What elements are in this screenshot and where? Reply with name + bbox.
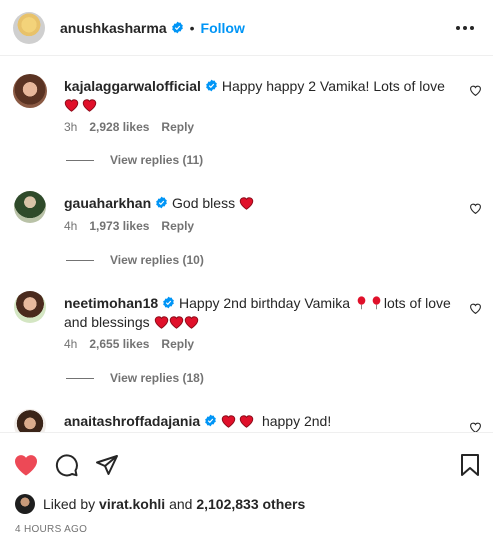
view-replies-label: View replies (18): [110, 371, 204, 385]
heart-filled-icon[interactable]: [13, 453, 39, 477]
red-heart-emoji-icon: [239, 197, 254, 210]
share-icon[interactable]: [94, 453, 120, 477]
comment-time: 3h: [64, 120, 78, 134]
red-heart-emoji-icon: [82, 99, 97, 112]
commenter-avatar[interactable]: [14, 409, 46, 432]
separator-dot: •: [189, 19, 195, 36]
comment-content: neetimohan18 Happy 2nd birthday Vamika l…: [64, 294, 459, 332]
comment-like-icon[interactable]: [469, 302, 482, 315]
comment-icon[interactable]: [54, 453, 80, 477]
comment-meta: 3h 2,928 likes Reply: [64, 120, 194, 134]
comment-like-icon[interactable]: [469, 202, 482, 215]
liked-by-count[interactable]: 2,102,833 others: [196, 496, 305, 512]
view-replies-button[interactable]: View replies (10): [66, 253, 204, 267]
post-header: anushkasharma • Follow: [0, 0, 493, 56]
comment-content: kajalaggarwalofficial Happy happy 2 Vami…: [64, 77, 459, 115]
comment-text: Happy happy 2 Vamika! Lots of love: [221, 78, 445, 94]
comment-text: Happy 2nd birthday Vamika: [179, 295, 350, 311]
comments-list[interactable]: kajalaggarwalofficial Happy happy 2 Vami…: [0, 57, 493, 432]
commenter-username[interactable]: gauaharkhan: [64, 195, 151, 211]
view-replies-button[interactable]: View replies (18): [66, 371, 204, 385]
comment-meta: 4h 2,655 likes Reply: [64, 337, 194, 351]
commenter-avatar[interactable]: [14, 291, 46, 323]
comment-text: God bless: [172, 195, 236, 211]
red-heart-emoji-icon: [169, 316, 183, 329]
view-replies-label: View replies (11): [110, 153, 204, 167]
red-heart-emoji-icon: [239, 415, 254, 428]
liked-by-prefix: Liked by: [43, 496, 96, 512]
comment-likes[interactable]: 2,928 likes: [89, 120, 149, 134]
author-avatar[interactable]: [13, 11, 45, 44]
red-heart-emoji-icon: [154, 316, 168, 329]
replies-divider-line: [66, 259, 94, 261]
replies-divider-line: [66, 159, 94, 161]
bookmark-icon[interactable]: [457, 453, 483, 477]
red-heart-emoji-icon: [184, 316, 198, 329]
replies-divider-line: [66, 377, 94, 379]
view-replies-button[interactable]: View replies (11): [66, 153, 203, 167]
comment-like-icon[interactable]: [469, 421, 482, 432]
comment-likes[interactable]: 1,973 likes: [89, 219, 149, 233]
commenter-username[interactable]: neetimohan18: [64, 295, 158, 311]
liked-by-summary: Liked by virat.kohli and 2,102,833 other…: [15, 494, 305, 514]
comment-like-icon[interactable]: [469, 84, 482, 97]
commenter-username[interactable]: anaitashroffadajania: [64, 413, 200, 429]
reply-button[interactable]: Reply: [161, 337, 194, 351]
comment-content: gauaharkhan God bless: [64, 194, 459, 213]
verified-badge-icon: [163, 296, 174, 309]
liked-by-mid: and: [169, 496, 193, 512]
red-heart-emoji-icon: [221, 415, 236, 428]
commenter-avatar[interactable]: [14, 191, 46, 223]
verified-badge-icon: [205, 414, 216, 427]
follow-button[interactable]: Follow: [201, 20, 245, 36]
reply-button[interactable]: Reply: [161, 120, 194, 134]
comment-meta: 4h 1,973 likes Reply: [64, 219, 194, 233]
commenter-avatar[interactable]: [13, 74, 47, 108]
more-horizontal-icon[interactable]: [455, 19, 475, 37]
red-heart-emoji-icon: [64, 99, 79, 112]
author-username[interactable]: anushkasharma: [60, 20, 167, 36]
balloon-emoji-icon: [372, 296, 381, 310]
verified-badge-icon: [171, 21, 183, 34]
comment-time: 4h: [64, 337, 78, 351]
post-actions: Liked by virat.kohli and 2,102,833 other…: [0, 432, 493, 552]
balloon-emoji-icon: [357, 296, 366, 310]
comment-time: 4h: [64, 219, 78, 233]
post-timestamp[interactable]: 4 HOURS AGO: [15, 524, 87, 535]
reply-button[interactable]: Reply: [161, 219, 194, 233]
comment-text: happy 2nd!: [261, 413, 332, 429]
comment-likes[interactable]: 2,655 likes: [89, 337, 149, 351]
commenter-username[interactable]: kajalaggarwalofficial: [64, 78, 201, 94]
liker-avatar[interactable]: [15, 494, 35, 514]
view-replies-label: View replies (10): [110, 253, 204, 267]
liked-by-user[interactable]: virat.kohli: [99, 496, 165, 512]
verified-badge-icon: [206, 79, 217, 92]
verified-badge-icon: [156, 196, 167, 209]
comment-content: anaitashroffadajania happy 2nd!: [64, 412, 459, 431]
